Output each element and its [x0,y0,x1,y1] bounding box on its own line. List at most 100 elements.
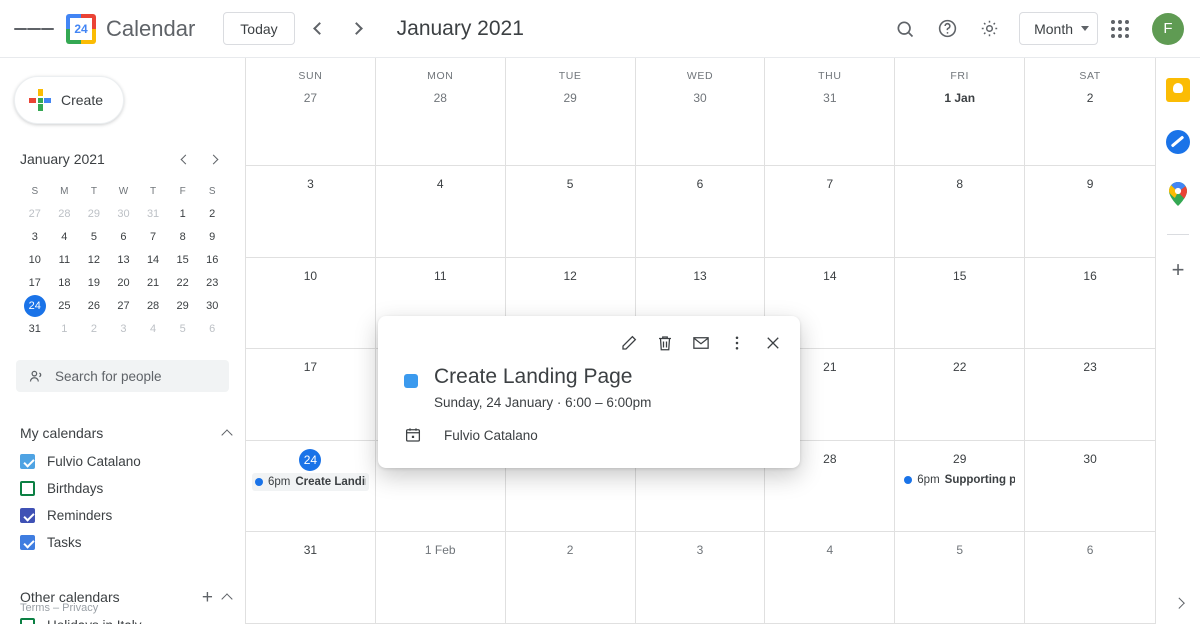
calendar-checkbox[interactable] [20,535,35,550]
google-keep-icon[interactable] [1166,78,1190,102]
day-cell[interactable]: 2 [505,532,636,624]
avatar[interactable]: F [1152,12,1184,45]
mini-calendar-day[interactable]: 11 [50,249,80,271]
calendar-logo[interactable]: 24 Calendar [66,13,195,44]
day-number[interactable]: 5 [895,540,1024,560]
day-cell[interactable]: 16 [1025,258,1155,350]
view-selector[interactable]: Month [1019,12,1098,45]
day-number[interactable]: 16 [1025,266,1155,286]
day-number[interactable]: 29 [895,449,1024,469]
day-number[interactable]: 5 [506,174,635,194]
day-number[interactable]: 4 [765,540,894,560]
terms-privacy-link[interactable]: Terms – Privacy [20,602,98,614]
mini-calendar-day[interactable]: 15 [168,249,198,271]
mini-calendar-day[interactable]: 21 [138,272,168,294]
mini-next-month-button[interactable] [201,146,227,172]
day-cell[interactable]: TUE 29 [505,58,636,166]
mini-calendar-day[interactable]: 4 [50,226,80,248]
day-number[interactable]: 17 [246,357,375,377]
day-cell[interactable]: 9 [1025,166,1155,258]
more-vertical-icon[interactable] [720,326,754,360]
google-maps-icon[interactable] [1166,182,1190,206]
day-number[interactable]: 22 [895,357,1024,377]
day-number[interactable]: 24 [299,448,322,471]
day-cell[interactable]: THU 31 [765,58,896,166]
mini-calendar-grid[interactable]: S M T W T F S 27 28 29 30 31 1 2 3 4 5 6 7 8 9 10 11 12 13 14 15 16… [20,182,227,340]
close-icon[interactable] [756,326,790,360]
day-cell[interactable]: SUN 27 [246,58,376,166]
day-number[interactable]: 10 [246,266,375,286]
mini-calendar-day[interactable]: 5 [79,226,109,248]
mini-calendar-day[interactable]: 1 [50,318,80,340]
mini-calendar-day[interactable]: 4 [138,318,168,340]
day-number[interactable]: 6 [636,174,765,194]
mini-calendar-day[interactable]: 22 [168,272,198,294]
day-number[interactable]: 1 Jan [895,88,1024,108]
mini-calendar-day[interactable]: 30 [197,295,227,317]
mini-calendar-day[interactable]: 3 [109,318,139,340]
mini-prev-month-button[interactable] [171,146,197,172]
day-number[interactable]: 8 [895,174,1024,194]
mini-calendar-day[interactable]: 16 [197,249,227,271]
day-cell[interactable]: 1 Feb [375,532,506,624]
day-cell[interactable]: 22 [895,349,1026,441]
mini-calendar-day[interactable]: 27 [109,295,139,317]
mini-calendar-day[interactable]: 29 [79,203,109,225]
day-cell[interactable]: 24 6pm Create Landing Page [246,440,376,533]
pencil-icon[interactable] [612,326,646,360]
day-cell[interactable]: 4 [765,532,896,624]
my-calendar-item[interactable]: Reminders [20,502,231,529]
mini-calendar-day[interactable]: 31 [138,203,168,225]
day-number[interactable]: 13 [636,266,765,286]
day-number[interactable]: 3 [636,540,765,560]
mini-calendar-day[interactable]: 6 [197,318,227,340]
mini-calendar-day[interactable]: 29 [168,295,198,317]
mini-calendar-day[interactable]: 12 [79,249,109,271]
calendar-checkbox[interactable] [20,508,35,523]
help-icon[interactable] [927,9,967,49]
mini-calendar-day[interactable]: 6 [109,226,139,248]
mini-calendar-day[interactable]: 31 [20,318,50,340]
day-cell[interactable]: 4 [375,166,506,258]
day-number[interactable]: 30 [1025,449,1155,469]
mini-calendar-day[interactable]: 10 [20,249,50,271]
mini-calendar-day[interactable]: 14 [138,249,168,271]
mini-calendar-day[interactable]: 28 [138,295,168,317]
my-calendar-item[interactable]: Birthdays [20,475,231,502]
day-cell[interactable]: 8 [895,166,1026,258]
day-cell[interactable]: 6 [1025,532,1155,624]
calendar-checkbox[interactable] [20,454,35,469]
chevron-up-icon[interactable] [221,429,233,441]
day-cell[interactable]: WED 30 [635,58,766,166]
create-button[interactable]: Create [14,76,124,124]
calendar-checkbox[interactable] [20,481,35,496]
day-number[interactable]: 30 [636,88,765,108]
day-cell[interactable]: 17 [246,349,376,441]
day-number[interactable]: 2 [1025,88,1155,108]
envelope-icon[interactable] [684,326,718,360]
add-panel-plus-icon[interactable]: + [1172,259,1185,281]
day-number[interactable]: 1 Feb [376,540,505,560]
day-number[interactable]: 15 [895,266,1024,286]
mini-calendar-day[interactable]: 18 [50,272,80,294]
day-cell[interactable]: 5 [895,532,1026,624]
search-icon[interactable] [885,9,925,49]
gear-icon[interactable] [969,9,1009,49]
mini-calendar-day[interactable]: 30 [109,203,139,225]
chevron-up-icon[interactable] [221,593,233,605]
mini-calendar-day[interactable]: 2 [79,318,109,340]
add-other-calendar-icon[interactable]: + [194,588,221,607]
search-for-people-input[interactable]: Search for people [16,360,229,392]
mini-calendar-day[interactable]: 3 [20,226,50,248]
day-number[interactable]: 3 [246,174,375,194]
day-cell[interactable]: 6 [635,166,766,258]
my-calendar-item[interactable]: Fulvio Catalano [20,448,231,475]
mini-calendar-day[interactable]: 20 [109,272,139,294]
day-number[interactable]: 31 [765,88,894,108]
google-tasks-icon[interactable] [1166,130,1190,154]
mini-calendar-day[interactable]: 27 [20,203,50,225]
day-number[interactable]: 31 [246,540,375,560]
hamburger-menu-icon[interactable] [14,9,54,49]
prev-month-button[interactable] [301,12,335,46]
event-chip[interactable]: 6pm Create Landing Page [252,472,369,491]
